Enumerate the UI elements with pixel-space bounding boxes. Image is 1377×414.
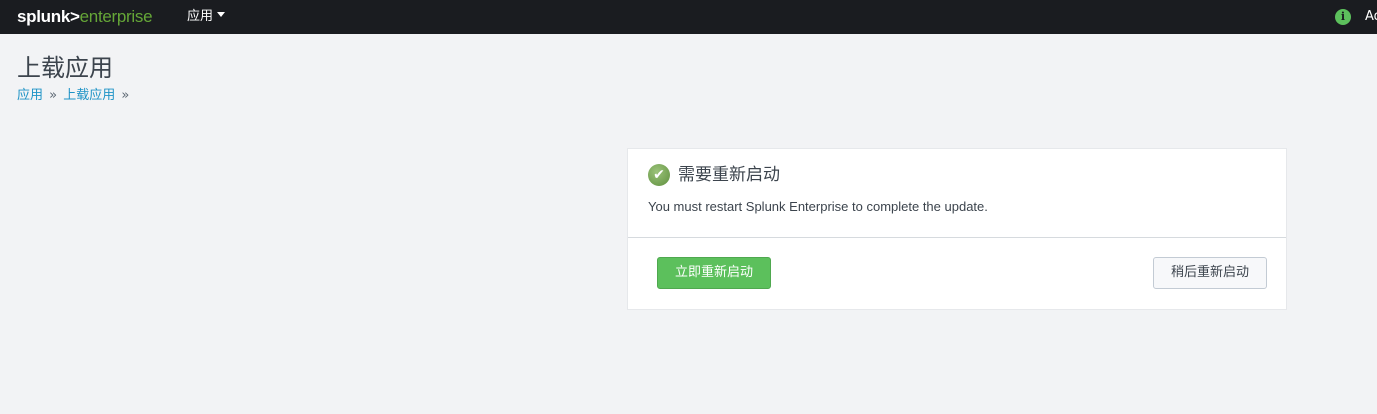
info-circle-icon[interactable]: i (1335, 9, 1351, 25)
apps-menu-label: 应用 (187, 9, 214, 24)
check-circle-icon: ✔ (648, 164, 670, 186)
logo-separator-text: > (70, 7, 80, 26)
breadcrumb: 应用 » 上载应用 » (17, 87, 131, 105)
breadcrumb-item-apps[interactable]: 应用 (17, 88, 43, 103)
dialog-message: You must restart Splunk Enterprise to co… (648, 199, 988, 214)
page-title: 上载应用 (17, 54, 113, 82)
dialog-title: 需要重新启动 (678, 165, 780, 185)
breadcrumb-item-upload-app[interactable]: 上载应用 (63, 88, 115, 103)
dialog-header: ✔ 需要重新启动 You must restart Splunk Enterpr… (628, 149, 1286, 238)
apps-menu-dropdown[interactable]: 应用 (187, 8, 226, 26)
restart-now-button[interactable]: 立即重新启动 (657, 257, 771, 289)
splunk-logo[interactable]: splunk>enterprise (17, 7, 153, 27)
breadcrumb-separator: » (49, 88, 58, 103)
chevron-down-icon (217, 12, 226, 17)
user-menu[interactable]: Ad (1365, 8, 1377, 26)
restart-required-dialog: ✔ 需要重新启动 You must restart Splunk Enterpr… (627, 148, 1287, 310)
top-navigation-bar: splunk>enterprise 应用 i Ad (0, 0, 1377, 34)
logo-enterprise-text: enterprise (79, 7, 153, 26)
restart-later-button[interactable]: 稍后重新启动 (1153, 257, 1267, 289)
breadcrumb-separator: » (121, 88, 130, 103)
logo-splunk-text: splunk (17, 7, 70, 26)
